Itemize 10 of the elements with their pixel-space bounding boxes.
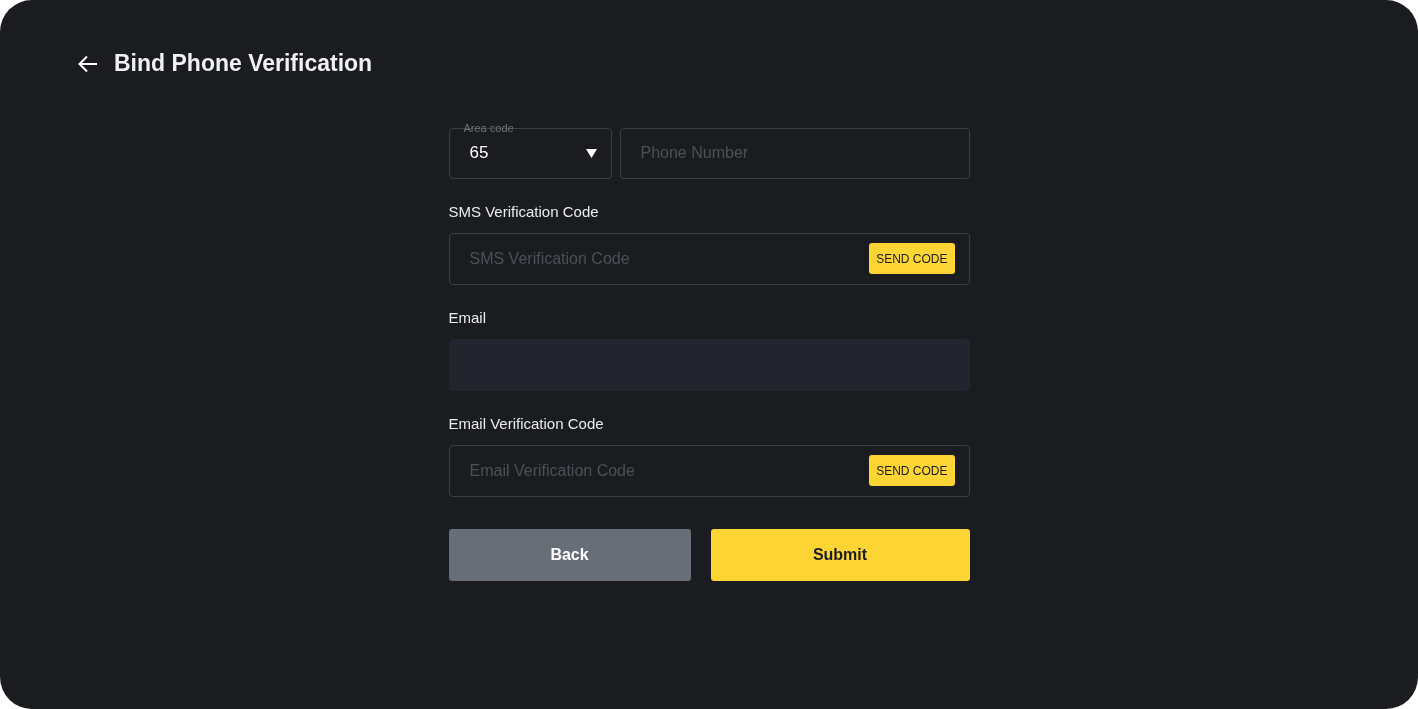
send-code-button[interactable]: SEND CODE xyxy=(869,243,955,275)
caret-icon xyxy=(585,148,597,158)
send-code-button[interactable]: SEND CODE xyxy=(869,455,955,487)
submit-button[interactable]: Submit xyxy=(710,528,970,581)
back-button[interactable]: Back xyxy=(448,528,691,581)
back-arrow-icon[interactable] xyxy=(78,54,98,73)
page-title: Bind Phone Verification xyxy=(114,50,373,78)
field-label: Email xyxy=(448,308,487,327)
field-label: SMS Verification Code xyxy=(448,202,600,221)
field-label: Email Verification Code xyxy=(448,414,605,433)
